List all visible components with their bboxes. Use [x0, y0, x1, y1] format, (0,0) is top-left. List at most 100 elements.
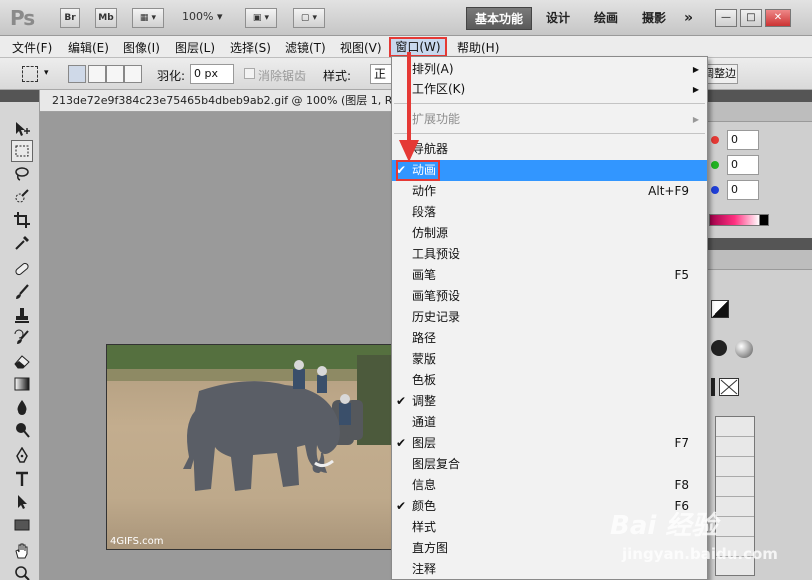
marquee-preset-icon[interactable]: [22, 66, 38, 82]
menu-item-label: 动作: [412, 184, 437, 198]
path-selection-tool-icon[interactable]: [11, 491, 33, 513]
menu-file[interactable]: 文件(F): [12, 39, 52, 56]
quick-selection-tool-icon[interactable]: [11, 186, 33, 208]
menu-item-label: 仿制源: [412, 226, 449, 240]
red-slider-icon: [711, 136, 719, 144]
menu-filter[interactable]: 滤镜(T): [285, 39, 326, 56]
bridge-button[interactable]: Br: [60, 8, 80, 28]
menu-item-channels[interactable]: 通道: [392, 412, 707, 433]
chevron-down-icon[interactable]: ▾: [44, 68, 49, 78]
screen-mode-button[interactable]: ▢ ▾: [293, 8, 325, 28]
channel-mixer-icon[interactable]: [735, 340, 753, 358]
color-panel-tabs[interactable]: [707, 102, 812, 122]
menu-item-label: 样式: [412, 520, 437, 534]
workspace-painting[interactable]: 绘画: [586, 7, 626, 30]
arrange-documents-button[interactable]: ▣ ▾: [245, 8, 277, 28]
gradient-map-icon[interactable]: [719, 378, 739, 396]
feather-label: 羽化:: [157, 69, 186, 83]
move-tool-icon[interactable]: [11, 118, 33, 140]
menu-item-masks[interactable]: 蒙版: [392, 349, 707, 370]
zoom-level[interactable]: 100% ▾: [182, 10, 222, 23]
minibridge-button[interactable]: Mb: [95, 8, 117, 28]
lasso-tool-icon[interactable]: [11, 163, 33, 185]
photoshop-logo: Ps: [10, 6, 35, 30]
menu-item-arrange[interactable]: 排列(A) ▶: [392, 59, 707, 80]
rectangle-tool-icon[interactable]: [11, 514, 33, 536]
brush-tool-icon[interactable]: [11, 281, 33, 303]
crop-tool-icon[interactable]: [11, 209, 33, 231]
panel-header-adjustments: [707, 238, 812, 250]
marquee-tool-icon[interactable]: [11, 140, 33, 162]
menu-item-actions[interactable]: 动作 Alt+F9: [392, 181, 707, 202]
submenu-arrow-icon: ▶: [692, 65, 699, 74]
menu-item-paragraph[interactable]: 段落: [392, 202, 707, 223]
blue-value-input[interactable]: 0: [727, 180, 759, 200]
elephant-gif-image: 4GIFS.com: [106, 344, 396, 550]
color-spectrum-bar[interactable]: [709, 214, 769, 226]
baidu-url: jingyan.baidu.com: [622, 545, 778, 563]
menu-item-label: 颜色: [412, 499, 437, 513]
feather-input[interactable]: 0 px: [190, 64, 234, 84]
menu-item-adjustments[interactable]: ✔ 调整: [392, 391, 707, 412]
antialias-checkbox[interactable]: [244, 68, 255, 79]
dodge-tool-icon[interactable]: [11, 419, 33, 441]
menu-item-shortcut: F8: [674, 478, 689, 492]
menu-help[interactable]: 帮助(H): [457, 39, 499, 56]
maximize-button[interactable]: □: [740, 9, 762, 27]
type-tool-icon[interactable]: [11, 468, 33, 490]
menu-item-workspace[interactable]: 工作区(K) ▶: [392, 79, 707, 100]
gradient-tool-icon[interactable]: [11, 373, 33, 395]
photo-filter-icon[interactable]: [711, 340, 727, 356]
panel-header: [707, 90, 812, 102]
more-workspaces-button[interactable]: »: [676, 7, 701, 30]
workspace-essentials[interactable]: 基本功能: [466, 7, 533, 30]
new-selection-icon[interactable]: [68, 65, 86, 83]
history-brush-tool-icon[interactable]: [11, 327, 33, 349]
menu-item-label: 信息: [412, 478, 437, 492]
menu-item-brush-presets[interactable]: 画笔预设: [392, 286, 707, 307]
workspace-photography[interactable]: 摄影: [634, 7, 674, 30]
zoom-tool-icon[interactable]: [11, 562, 33, 580]
close-button[interactable]: ✕: [765, 9, 791, 27]
menu-item-label: 画笔: [412, 268, 437, 282]
menu-item-info[interactable]: 信息 F8: [392, 475, 707, 496]
menu-item-layer-comps[interactable]: 图层复合: [392, 454, 707, 475]
pen-tool-icon[interactable]: [11, 445, 33, 467]
menu-item-navigator[interactable]: 导航器: [392, 139, 707, 160]
healing-brush-tool-icon[interactable]: [11, 258, 33, 280]
view-extras-button[interactable]: ▦ ▾: [132, 8, 164, 28]
menu-item-swatches[interactable]: 色板: [392, 370, 707, 391]
workspace-design[interactable]: 设计: [538, 7, 578, 30]
check-icon: ✔: [396, 394, 407, 408]
clone-stamp-tool-icon[interactable]: [11, 304, 33, 326]
blur-tool-icon[interactable]: [11, 396, 33, 418]
menu-view[interactable]: 视图(V): [340, 39, 382, 56]
menu-item-shortcut: F5: [674, 268, 689, 282]
add-selection-icon[interactable]: [88, 65, 106, 83]
threshold-icon[interactable]: [711, 378, 715, 396]
menu-item-layers[interactable]: ✔ 图层 F7: [392, 433, 707, 454]
menu-item-brush[interactable]: 画笔 F5: [392, 265, 707, 286]
menu-separator: [394, 103, 705, 104]
menu-item-paths[interactable]: 路径: [392, 328, 707, 349]
levels-icon[interactable]: [711, 300, 729, 318]
minimize-button[interactable]: —: [715, 9, 737, 27]
adjustments-panel-tabs[interactable]: [707, 250, 812, 270]
menu-edit[interactable]: 编辑(E): [68, 39, 109, 56]
menu-layer[interactable]: 图层(L): [175, 39, 215, 56]
hand-tool-icon[interactable]: [11, 540, 33, 562]
menu-item-history[interactable]: 历史记录: [392, 307, 707, 328]
canvas-area[interactable]: 4GIFS.com: [40, 112, 396, 580]
menu-select[interactable]: 选择(S): [230, 39, 271, 56]
green-value-input[interactable]: 0: [727, 155, 759, 175]
eraser-tool-icon[interactable]: [11, 350, 33, 372]
subtract-selection-icon[interactable]: [106, 65, 124, 83]
eyedropper-tool-icon[interactable]: [11, 232, 33, 254]
menu-item-tool-presets[interactable]: 工具预设: [392, 244, 707, 265]
document-tab[interactable]: 213de72e9f384c23e75465b4dbeb9ab2.gif @ 1…: [40, 90, 392, 112]
menu-image[interactable]: 图像(I): [123, 39, 160, 56]
red-value-input[interactable]: 0: [727, 130, 759, 150]
menu-item-clone-source[interactable]: 仿制源: [392, 223, 707, 244]
intersect-selection-icon[interactable]: [124, 65, 142, 83]
baidu-logo: Bai 经验: [610, 511, 718, 541]
